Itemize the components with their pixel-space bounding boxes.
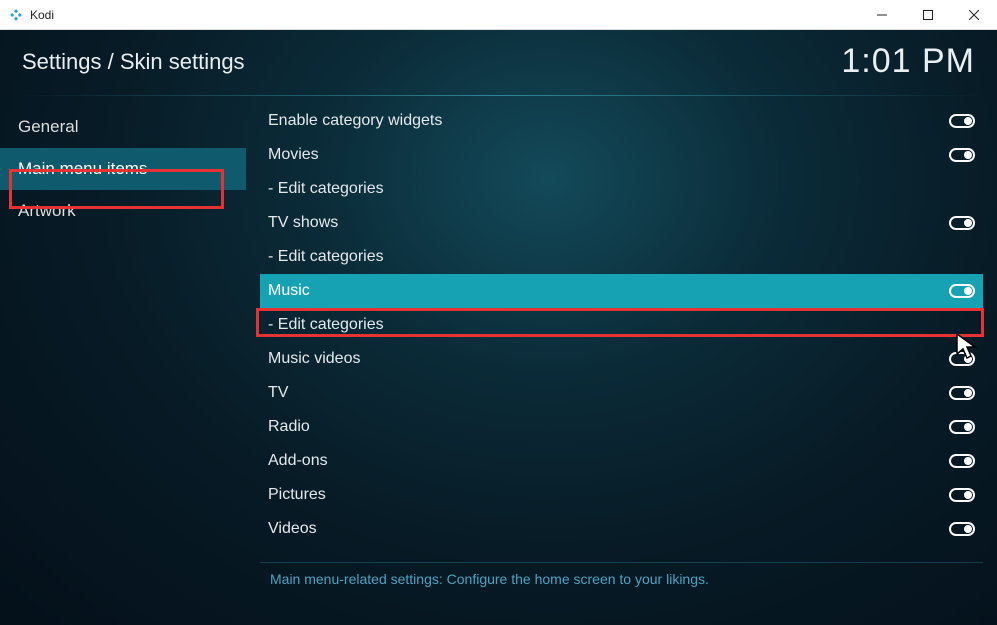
toggle-icon[interactable]: [949, 522, 975, 536]
toggle-icon[interactable]: [949, 216, 975, 230]
setting-radio[interactable]: Radio: [260, 410, 983, 444]
setting-label: Radio: [268, 418, 949, 436]
setting-label: Music: [268, 282, 949, 300]
minimize-button[interactable]: [859, 0, 905, 29]
kodi-icon: [8, 7, 24, 23]
setting-label: Enable category widgets: [268, 112, 949, 130]
setting-label: TV shows: [268, 214, 949, 232]
setting-label: Videos: [268, 520, 949, 538]
toggle-icon[interactable]: [949, 114, 975, 128]
sidebar-item-artwork[interactable]: Artwork: [0, 190, 246, 232]
setting-label: - Edit categories: [268, 248, 975, 266]
setting-label: - Edit categories: [268, 180, 975, 198]
setting-tv-shows[interactable]: TV shows: [260, 206, 983, 240]
setting-pictures[interactable]: Pictures: [260, 478, 983, 512]
toggle-icon[interactable]: [949, 148, 975, 162]
setting-videos[interactable]: Videos: [260, 512, 983, 546]
sidebar: General Main menu items Artwork: [0, 96, 246, 601]
sidebar-item-general[interactable]: General: [0, 106, 246, 148]
footer-help: Main menu-related settings: Configure th…: [260, 562, 983, 601]
content: General Main menu items Artwork Enable c…: [0, 96, 997, 601]
setting-enable-category-widgets[interactable]: Enable category widgets: [260, 104, 983, 138]
setting-movies[interactable]: Movies: [260, 138, 983, 172]
setting-tv[interactable]: TV: [260, 376, 983, 410]
toggle-icon[interactable]: [949, 488, 975, 502]
main-panel: Enable category widgets Movies - Edit ca…: [246, 96, 997, 601]
setting-label: Movies: [268, 146, 949, 164]
breadcrumb: Settings / Skin settings: [22, 49, 245, 75]
setting-edit-categories-tvshows[interactable]: - Edit categories: [260, 240, 983, 274]
setting-label: Pictures: [268, 486, 949, 504]
maximize-button[interactable]: [905, 0, 951, 29]
toggle-icon[interactable]: [949, 284, 975, 298]
header: Settings / Skin settings 1:01 PM: [0, 30, 997, 89]
setting-add-ons[interactable]: Add-ons: [260, 444, 983, 478]
window-title: Kodi: [30, 8, 859, 22]
setting-label: TV: [268, 384, 949, 402]
setting-music[interactable]: Music: [260, 274, 983, 308]
toggle-icon[interactable]: [949, 420, 975, 434]
app-body: Settings / Skin settings 1:01 PM General…: [0, 30, 997, 625]
setting-edit-categories-music[interactable]: - Edit categories: [260, 308, 983, 342]
setting-label: - Edit categories: [268, 316, 975, 334]
close-button[interactable]: [951, 0, 997, 29]
titlebar: Kodi: [0, 0, 997, 30]
toggle-icon[interactable]: [949, 352, 975, 366]
setting-label: Add-ons: [268, 452, 949, 470]
setting-edit-categories-movies[interactable]: - Edit categories: [260, 172, 983, 206]
setting-music-videos[interactable]: Music videos: [260, 342, 983, 376]
toggle-icon[interactable]: [949, 454, 975, 468]
clock: 1:01 PM: [841, 42, 975, 81]
window-controls: [859, 0, 997, 29]
sidebar-item-main-menu-items[interactable]: Main menu items: [0, 148, 246, 190]
setting-label: Music videos: [268, 350, 949, 368]
toggle-icon[interactable]: [949, 386, 975, 400]
settings-list: Enable category widgets Movies - Edit ca…: [260, 104, 983, 556]
